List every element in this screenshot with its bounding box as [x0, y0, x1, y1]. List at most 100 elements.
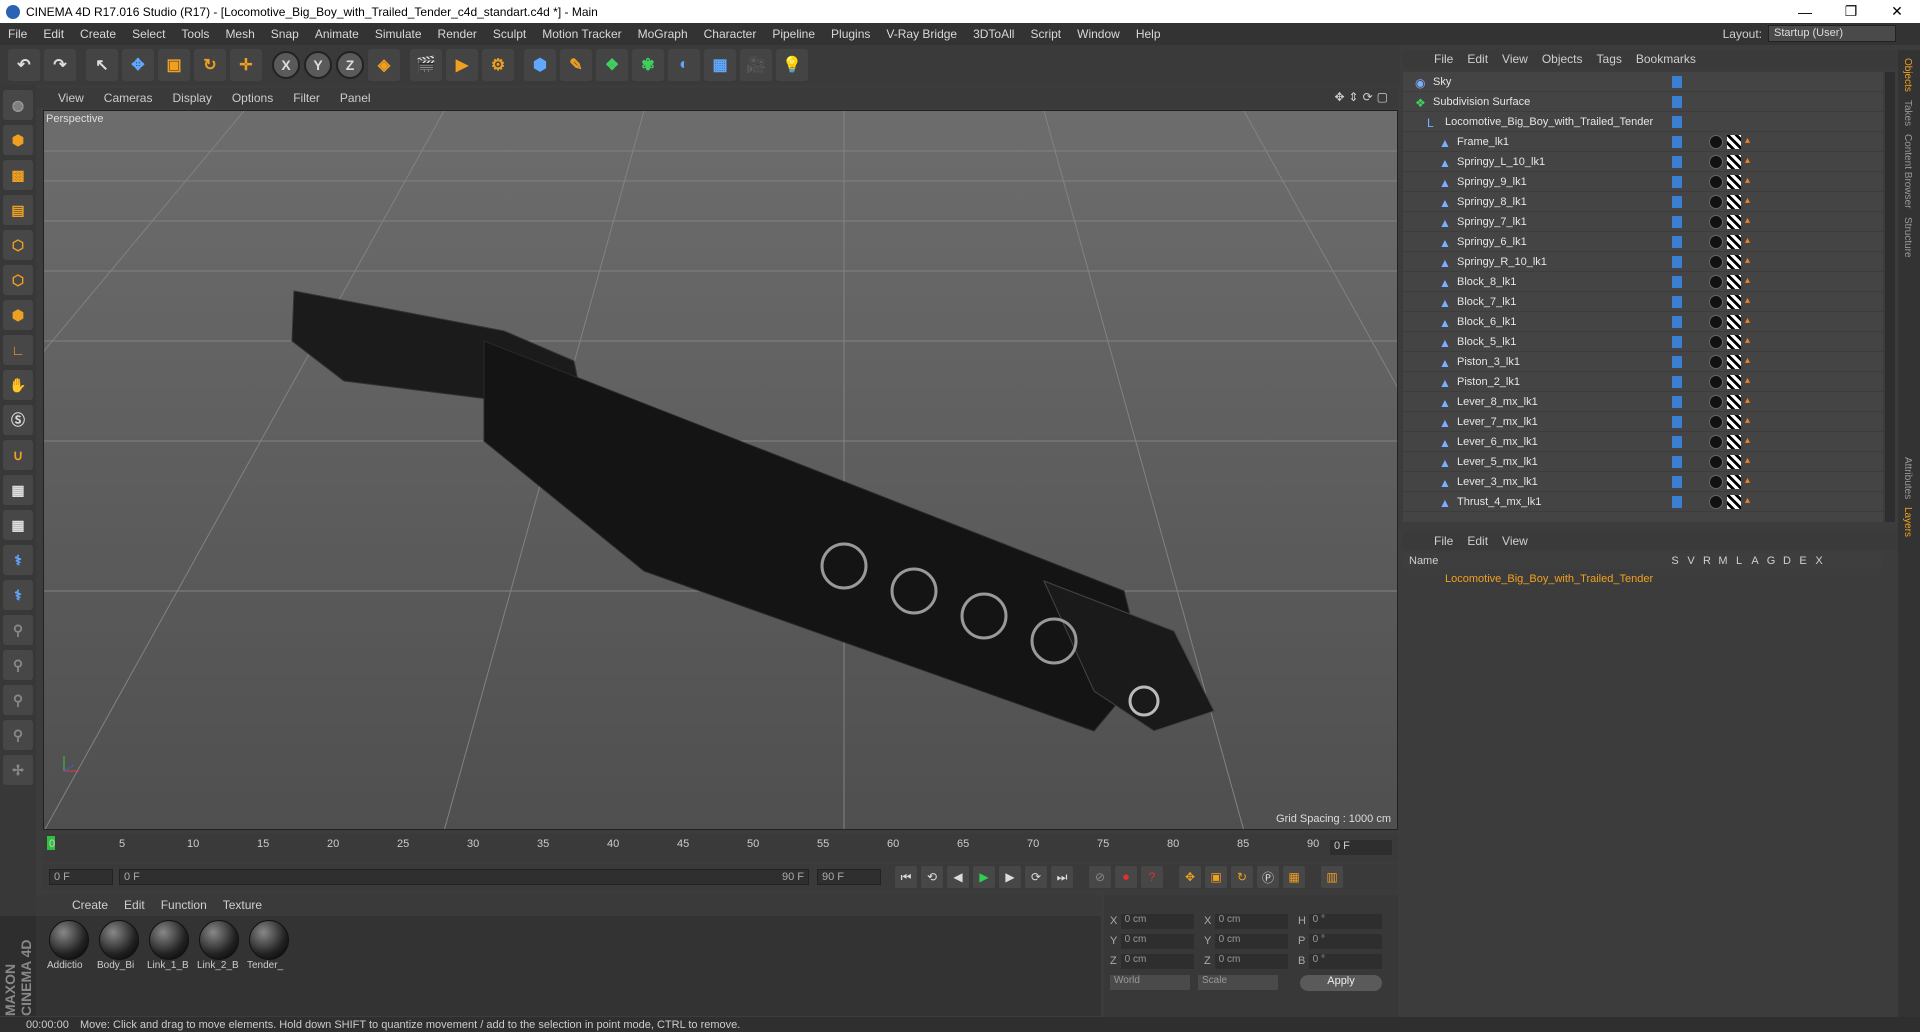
layer-color-swatch[interactable] [1672, 116, 1682, 128]
object-menu-edit[interactable]: Edit [1460, 52, 1495, 66]
material-tag-icon[interactable] [1709, 235, 1723, 249]
material-tag-icon[interactable] [1709, 335, 1723, 349]
scale-key-icon[interactable]: ▣ [1205, 866, 1227, 888]
material-tag-icon[interactable] [1709, 475, 1723, 489]
points-mode-icon[interactable]: ⬡ [3, 230, 33, 260]
light-icon[interactable]: 💡 [776, 49, 808, 81]
layer-color-swatch[interactable] [1672, 476, 1682, 488]
model-mode-icon[interactable]: ⬢ [3, 125, 33, 155]
undo-icon[interactable]: ↶ [8, 49, 40, 81]
menu-create[interactable]: Create [72, 27, 124, 41]
uvw-tag-icon[interactable] [1727, 475, 1741, 489]
object-row[interactable]: ▲ Lever_7_mx_lk1 ▴ [1403, 412, 1883, 432]
material-tag-icon[interactable] [1709, 135, 1723, 149]
coordinate-system-dropdown[interactable]: World [1110, 975, 1190, 990]
selection-tag-icon[interactable]: ▴ [1745, 135, 1753, 149]
material-tag-icon[interactable] [1709, 355, 1723, 369]
layer-color-swatch[interactable] [1672, 236, 1682, 248]
selection-tag-icon[interactable]: ▴ [1745, 475, 1753, 489]
material-menu-edit[interactable]: Edit [116, 898, 153, 912]
next-key-icon[interactable]: ⟳ [1025, 866, 1047, 888]
layer-color-swatch[interactable] [1672, 376, 1682, 388]
position-y-field[interactable]: 0 cm [1120, 933, 1194, 949]
floor-icon[interactable]: ▦ [704, 49, 736, 81]
current-frame-field[interactable]: 0 F [1330, 840, 1392, 855]
key-s-icon[interactable]: ⚲ [3, 720, 33, 750]
tab-content-browser[interactable]: Content Browser [1902, 134, 1913, 208]
menu-animate[interactable]: Animate [307, 27, 367, 41]
selection-tag-icon[interactable]: ▴ [1745, 395, 1753, 409]
material-tag-icon[interactable] [1709, 275, 1723, 289]
layer-color-swatch[interactable] [1672, 136, 1682, 148]
play-icon[interactable]: ▶ [973, 866, 995, 888]
tweak-icon[interactable]: ✋ [3, 370, 33, 400]
object-row[interactable]: ▲ Piston_3_lk1 ▴ [1403, 352, 1883, 372]
uvw-tag-icon[interactable] [1727, 315, 1741, 329]
menu-simulate[interactable]: Simulate [367, 27, 430, 41]
layer-color-swatch[interactable] [1672, 76, 1682, 88]
maximize-icon[interactable]: ❐ [1828, 0, 1874, 23]
menu-file[interactable]: File [0, 27, 35, 41]
selection-tag-icon[interactable]: ▴ [1745, 235, 1753, 249]
menu-tools[interactable]: Tools [173, 27, 217, 41]
workplane-icon[interactable]: ▤ [3, 195, 33, 225]
material-tag-icon[interactable] [1709, 295, 1723, 309]
object-row[interactable]: L Locomotive_Big_Boy_with_Trailed_Tender [1403, 112, 1883, 132]
layer-color-swatch[interactable] [1672, 216, 1682, 228]
parameter-key-icon[interactable]: Ⓟ [1257, 866, 1279, 888]
tab-layers[interactable]: Layers [1902, 507, 1913, 537]
viewport-menu-filter[interactable]: Filter [283, 91, 330, 105]
material-tag-icon[interactable] [1709, 415, 1723, 429]
record-keys-icon[interactable]: ⊘ [1089, 866, 1111, 888]
object-row[interactable]: ▲ Springy_L_10_lk1 ▴ [1403, 152, 1883, 172]
cube-icon[interactable]: ⬢ [524, 49, 556, 81]
point-level-icon[interactable]: ▦ [1283, 866, 1305, 888]
menu-mesh[interactable]: Mesh [217, 27, 262, 41]
python-icon[interactable]: ⚕ [3, 545, 33, 575]
object-row[interactable]: ▲ Lever_8_mx_lk1 ▴ [1403, 392, 1883, 412]
object-row[interactable]: ▲ Piston_2_lk1 ▴ [1403, 372, 1883, 392]
size-mode-dropdown[interactable]: Scale [1198, 975, 1278, 990]
viewport-menu-view[interactable]: View [48, 91, 94, 105]
layer-color-swatch[interactable] [1672, 176, 1682, 188]
layer-color-swatch[interactable] [1672, 276, 1682, 288]
material-tag-icon[interactable] [1709, 455, 1723, 469]
material-tag-icon[interactable] [1709, 495, 1723, 509]
rotate-tool-icon[interactable]: ↻ [194, 49, 226, 81]
position-key-icon[interactable]: ✥ [1179, 866, 1201, 888]
close-icon[interactable]: ✕ [1874, 0, 1920, 23]
selection-tag-icon[interactable]: ▴ [1745, 195, 1753, 209]
layer-color-swatch[interactable] [1672, 436, 1682, 448]
object-row[interactable]: ❖ Subdivision Surface [1403, 92, 1883, 112]
array-icon[interactable]: ✾ [632, 49, 664, 81]
menu-character[interactable]: Character [696, 27, 765, 41]
viewport-nav-icons[interactable]: ✥⇕⟳▢ [1334, 90, 1392, 104]
menu-motion-tracker[interactable]: Motion Tracker [534, 27, 629, 41]
key-p-icon[interactable]: ⚲ [3, 650, 33, 680]
object-scrollbar[interactable] [1885, 72, 1895, 522]
autokey-icon[interactable]: ⏺ [1115, 866, 1137, 888]
uvw-tag-icon[interactable] [1727, 235, 1741, 249]
uvw-tag-icon[interactable] [1727, 295, 1741, 309]
z-axis-button[interactable]: Z [336, 51, 364, 79]
tab-attributes[interactable]: Attributes [1902, 457, 1913, 499]
uvw-tag-icon[interactable] [1727, 135, 1741, 149]
object-row[interactable]: ▲ Block_7_lk1 ▴ [1403, 292, 1883, 312]
y-axis-button[interactable]: Y [304, 51, 332, 79]
viewport-menu-panel[interactable]: Panel [330, 91, 381, 105]
pen-icon[interactable]: ✎ [560, 49, 592, 81]
object-row[interactable]: ▲ Springy_6_lk1 ▴ [1403, 232, 1883, 252]
menu-plugins[interactable]: Plugins [823, 27, 878, 41]
menu-mograph[interactable]: MoGraph [630, 27, 696, 41]
snap-icon[interactable]: Ⓢ [3, 405, 33, 435]
material-tag-icon[interactable] [1709, 315, 1723, 329]
uvw-tag-icon[interactable] [1727, 255, 1741, 269]
keyframe-selection-icon[interactable]: ? [1141, 866, 1163, 888]
material-tag-icon[interactable] [1709, 175, 1723, 189]
size-y-field[interactable]: 0 cm [1214, 933, 1288, 949]
selection-tag-icon[interactable]: ▴ [1745, 355, 1753, 369]
viewport-menu-cameras[interactable]: Cameras [94, 91, 163, 105]
key-icon[interactable]: ⚲ [3, 615, 33, 645]
redo-icon[interactable]: ↷ [44, 49, 76, 81]
transform-icon[interactable]: ✛ [230, 49, 262, 81]
